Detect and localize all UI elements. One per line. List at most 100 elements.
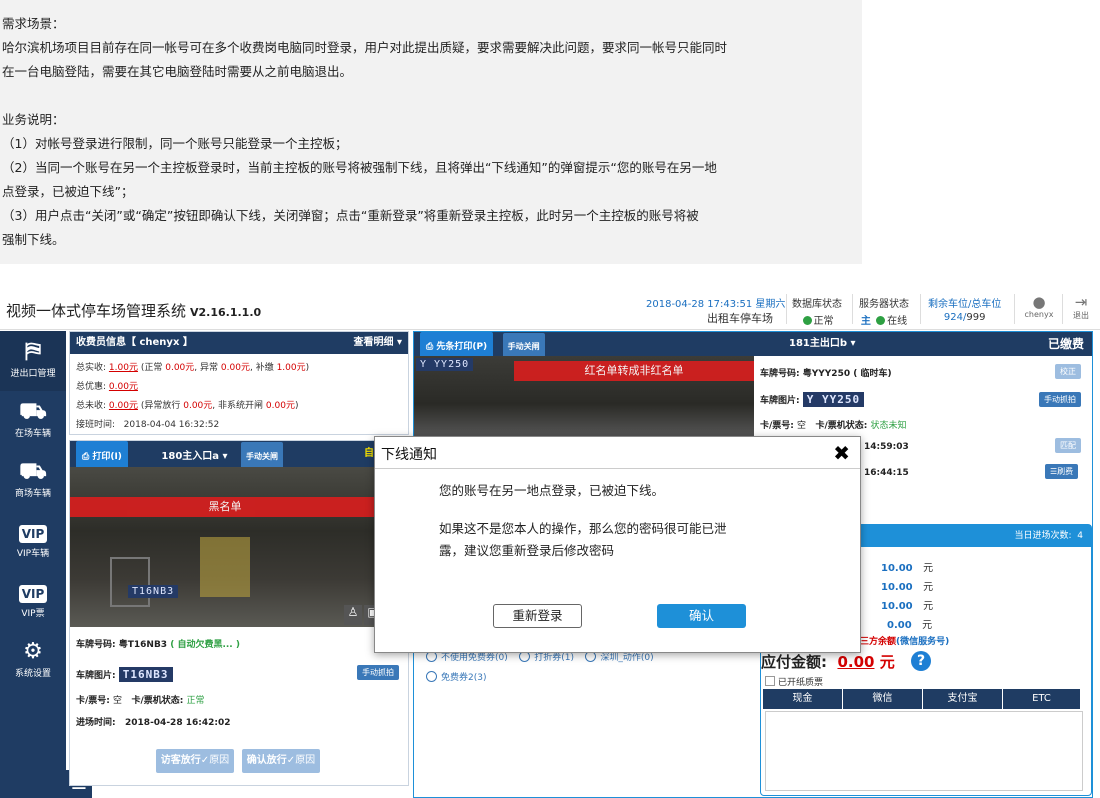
printer-icon: ⎙ (82, 452, 90, 462)
collector-title: 收费员信息【 chenyx 】 (76, 337, 193, 348)
entry-lane-select[interactable]: 180主入口a ▾ (161, 451, 227, 462)
third-party-balance: 第三方余额(微信服务号) (851, 637, 950, 647)
req-scene-line2: 在一台电脑登陆，需要在其它电脑登陆时需要从之前电脑退出。 (2, 64, 353, 79)
req-biz-heading: 业务说明： (2, 112, 65, 127)
datetime: 2018-04-28 17:43:51 星期六 (646, 299, 786, 310)
app-titlebar: 视频一体式停车场管理系统 V2.16.1.1.0 2018-04-28 17:43… (0, 290, 1100, 330)
blacklist-banner: 黑名单 (70, 497, 380, 517)
redlist-banner: 红名单转成非红名单 (514, 361, 754, 381)
amount-due: 应付金额: 0.00 元 (761, 653, 895, 671)
check-icon: ✓ (286, 755, 296, 766)
exit-manual-capture-button[interactable]: 手动抓拍 (1039, 392, 1081, 407)
coupon-none-option[interactable]: 不使用免费券(0) (426, 651, 508, 663)
collector-panel: 收费员信息【 chenyx 】 查看明细 ▾ 总实收: 1.00元 (正常 0.… (69, 331, 409, 435)
plate-thumbnail: Y YY250 (802, 392, 865, 407)
person-icon[interactable]: ♙ (344, 605, 362, 625)
status-dot-icon (802, 316, 812, 325)
user-button[interactable]: ● chenyx (1024, 294, 1054, 319)
caret-down-icon: ▾ (396, 337, 402, 348)
caret-down-icon: ▾ (850, 338, 856, 349)
tab-etc[interactable]: ETC (1003, 689, 1081, 709)
offline-notice-dialog: 下线通知 ✖ 您的账号在另一地点登录，已被迫下线。 如果这不是您本人的操作，那么… (374, 436, 861, 653)
help-icon[interactable]: ? (911, 651, 931, 671)
server-status: 服务器状态 主 在线 (859, 299, 909, 327)
amount-1: 10.00 元 (881, 563, 934, 574)
sidebar-item-settings[interactable]: ⚙ 系统设置 (0, 631, 66, 691)
tab-wechat[interactable]: 微信 (843, 689, 923, 709)
req-item1: （1）对帐号登录进行限制，同一个账号只能登录一个主控板； (2, 136, 348, 151)
close-icon[interactable]: ✖ (833, 441, 850, 465)
dialog-message: 您的账号在另一地点登录，已被迫下线。 (439, 483, 665, 498)
location: 出租车停车场 (707, 312, 773, 325)
requirement-doc: 需求场景： 哈尔滨机场项目目前存在同一帐号可在多个收费岗电脑同时登录，用户对此提… (0, 0, 862, 264)
manual-capture-button[interactable]: 手动抓拍 (357, 665, 399, 680)
sidebar-item-vip-cars[interactable]: VIP VIP车辆 (0, 511, 66, 571)
logout-icon: ⇥ (1074, 293, 1088, 311)
dialog-title: 下线通知 (381, 447, 437, 463)
collector-body: 总实收: 1.00元 (正常 0.00元, 异常 0.00元, 补缴 1.00元… (76, 363, 310, 430)
coupon-free-option[interactable]: 免费券2(3) (426, 671, 486, 683)
user-icon: ● (1032, 293, 1046, 311)
view-details-button[interactable]: 查看明细 ▾ (353, 332, 402, 354)
req-item2-line1: （2）当同一个账号在另一个主控板登录时，当前主控板的账号将被强制下线，且将弹出“… (2, 160, 717, 175)
entry-card-row: 卡/票号: 空 卡/票机状态: 正常 (76, 696, 205, 706)
status-dot-icon (876, 316, 886, 325)
plate-thumbnail: T16NB3 (118, 667, 173, 682)
amount-2: 10.00 元 (881, 582, 934, 593)
entry-plate-row: 车牌号码: 粤T16NB3 ( 自动欠费黑... ) (76, 640, 240, 650)
exit-time2: 16:44:15 (864, 468, 909, 478)
refresh-fee-button[interactable]: ☰刷费 (1045, 464, 1079, 479)
sidebar: ⛿ 进出口管理 ⛟ 在场车辆 ⛟ 商场车辆 VIP VIP车辆 VIP VIP票… (0, 331, 66, 798)
caret-down-icon: ▾ (222, 451, 228, 462)
checkbox-icon (765, 676, 775, 686)
exit-plate-row: 车牌号码: 粤YYY250 ( 临时车) (760, 369, 892, 379)
check-icon: ✓ (200, 755, 210, 766)
plate-overlay: T16NB3 (128, 585, 179, 598)
coupon-discount-option[interactable]: 打折券(1) (519, 651, 574, 663)
req-heading: 需求场景： (2, 16, 65, 31)
tab-cash[interactable]: 现金 (763, 689, 843, 709)
match-button[interactable]: 匹配 (1055, 438, 1081, 453)
req-scene-line1: 哈尔滨机场项目目前存在同一帐号可在多个收费岗电脑同时登录，用户对此提出质疑，要求… (2, 40, 728, 55)
amount-3: 10.00 元 (881, 601, 934, 612)
paper-invoice-checkbox[interactable]: 已开纸质票 (765, 675, 823, 688)
visitor-release-button[interactable]: 访客放行✓原因 (156, 749, 234, 773)
payment-method-body (765, 711, 1083, 791)
tab-alipay[interactable]: 支付宝 (923, 689, 1003, 709)
sidebar-item-onsite[interactable]: ⛟ 在场车辆 (0, 391, 66, 451)
sidebar-item-mall[interactable]: ⛟ 商场车辆 (0, 451, 66, 511)
coupon-shenzhen-option[interactable]: 深圳_动作(0) (585, 651, 654, 663)
parking-spaces: 剩余车位/总车位 924/999 (928, 299, 1002, 323)
amount-4: 0.00 元 (887, 620, 933, 631)
req-item3-line2: 强制下线。 (2, 232, 65, 247)
car-icon: ⛟ (19, 459, 47, 484)
entry-lane-panel: ⎙ 打印(I) 180主入口a ▾ 手动关闸 自动欠费 黑名单 T16NB3 ♙… (69, 440, 409, 786)
exit-image-row: 车牌图片: Y YY250 (760, 392, 865, 407)
printer-icon: ⎙ (426, 342, 434, 352)
plate-overlay: Y YY250 (416, 358, 474, 371)
entry-image-row: 车牌图片: T16NB3 (76, 667, 173, 682)
gear-icon: ⚙ (23, 639, 43, 664)
logout-button[interactable]: ⇥ 退出 (1066, 294, 1096, 321)
app-version: V2.16.1.1.0 (190, 306, 262, 319)
confirm-release-button[interactable]: 确认放行✓原因 (242, 749, 320, 773)
correct-button[interactable]: 校正 (1055, 364, 1081, 379)
req-item2-line2: 点登录，已被迫下线”； (2, 184, 134, 199)
exit-time1: 14:59:03 (864, 442, 909, 452)
relogin-button[interactable]: 重新登录 (493, 604, 582, 628)
entry-time-row: 进场时间: 2018-04-28 16:42:02 (76, 718, 231, 728)
app-title: 视频一体式停车场管理系统 V2.16.1.1.0 (6, 302, 262, 320)
confirm-button[interactable]: 确认 (657, 604, 746, 628)
exit-status: 已缴费 (1047, 337, 1084, 351)
req-item3-line1: （3）用户点击“关闭”或“确定”按钮即确认下线，关闭弹窗；点击“重新登录”将重新… (2, 208, 699, 223)
vip-icon: VIP (18, 525, 48, 543)
coupon-row-2: 免费券2(3) (426, 670, 486, 683)
vip-icon: VIP (18, 585, 48, 603)
collector-header: 收费员信息【 chenyx 】 查看明细 ▾ (70, 332, 408, 354)
dialog-warning-line1: 如果这不是您本人的操作，那么您的密码很可能已泄 (439, 521, 727, 536)
dialog-warning-line2: 露，建议您重新登录后修改密码 (439, 543, 615, 558)
exit-lane-select[interactable]: 181主出口b ▾ (789, 332, 856, 356)
sidebar-item-vip-ticket[interactable]: VIP VIP票 (0, 571, 66, 631)
car-icon: ⛟ (19, 399, 47, 424)
sidebar-item-gate[interactable]: ⛿ 进出口管理 (0, 331, 66, 391)
